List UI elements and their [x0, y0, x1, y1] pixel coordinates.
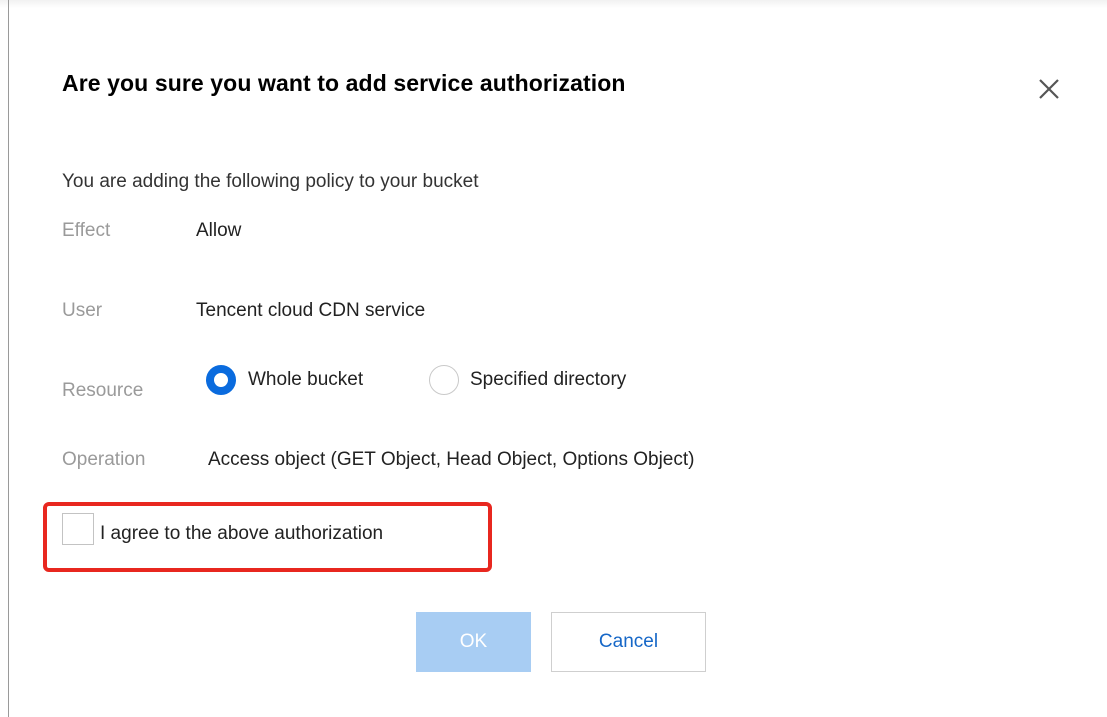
resource-label: Resource: [62, 380, 144, 401]
specified-directory-label[interactable]: Specified directory: [470, 369, 626, 391]
authorization-dialog: Are you sure you want to add service aut…: [9, 8, 1107, 717]
agree-checkbox-label[interactable]: I agree to the above authorization: [100, 523, 383, 545]
policy-intro-text: You are adding the following policy to y…: [62, 171, 479, 192]
user-label: User: [62, 300, 103, 321]
operation-value: Access object (GET Object, Head Object, …: [208, 449, 695, 470]
close-icon[interactable]: [1034, 74, 1064, 104]
specified-directory-radio[interactable]: [429, 365, 459, 395]
cancel-button[interactable]: Cancel: [551, 612, 706, 672]
top-shadow: [0, 0, 1107, 8]
operation-label: Operation: [62, 449, 146, 470]
effect-label: Effect: [62, 220, 111, 241]
whole-bucket-label[interactable]: Whole bucket: [248, 369, 363, 391]
agree-checkbox[interactable]: [62, 513, 94, 545]
dialog-title: Are you sure you want to add service aut…: [62, 70, 626, 96]
ok-button[interactable]: OK: [416, 612, 531, 672]
user-value: Tencent cloud CDN service: [196, 300, 426, 321]
effect-value: Allow: [196, 220, 242, 241]
whole-bucket-radio[interactable]: [206, 365, 236, 395]
